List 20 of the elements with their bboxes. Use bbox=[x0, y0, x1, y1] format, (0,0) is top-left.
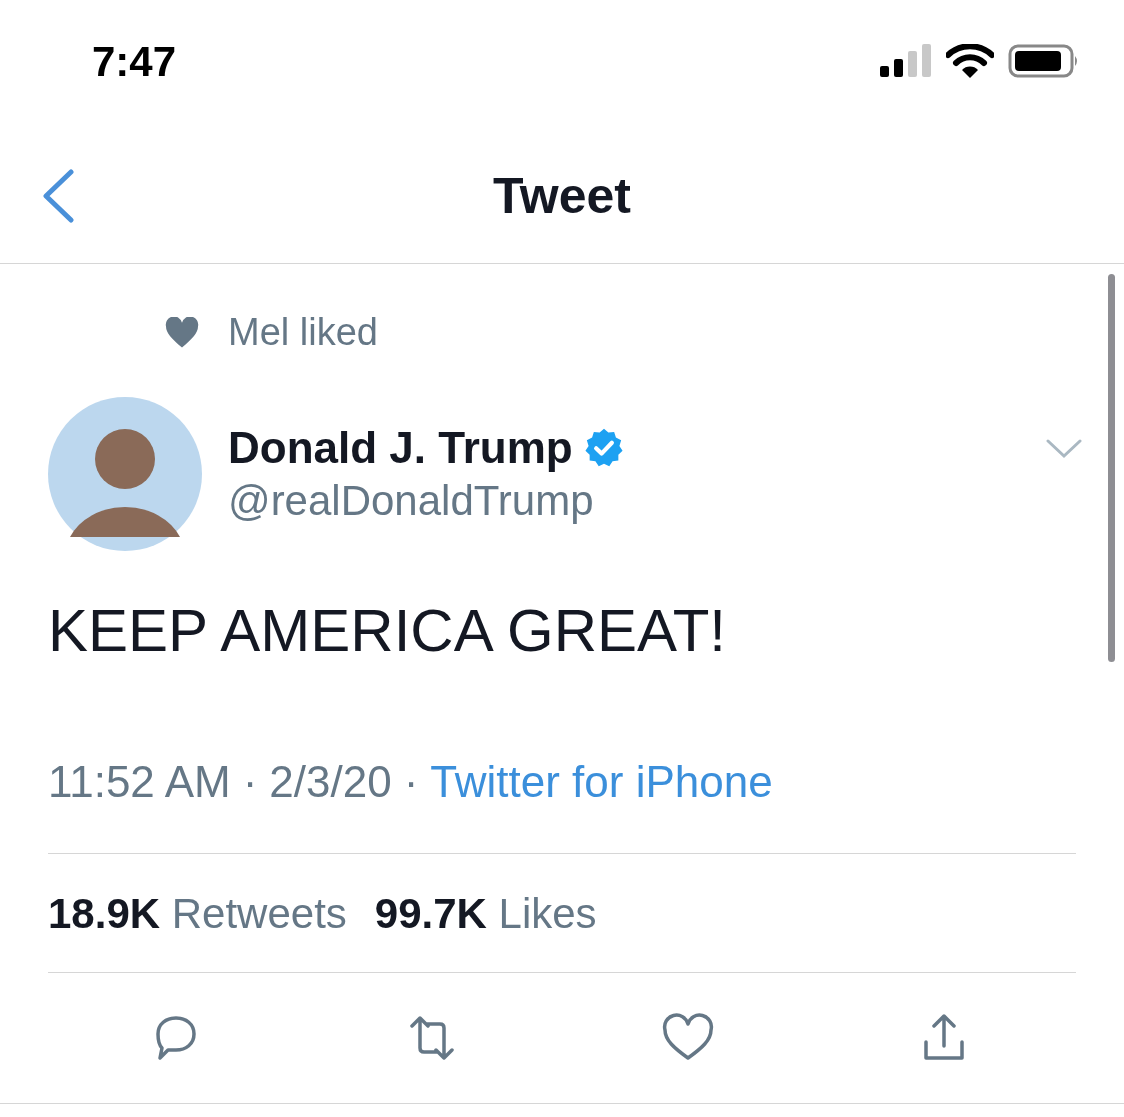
back-button[interactable] bbox=[40, 168, 76, 224]
chevron-down-icon bbox=[1046, 439, 1082, 459]
avatar[interactable] bbox=[48, 397, 202, 551]
back-icon bbox=[41, 169, 75, 223]
page-title: Tweet bbox=[493, 167, 631, 226]
liked-by-text: Mel liked bbox=[228, 310, 378, 355]
tweet-date: 2/3/20 bbox=[269, 756, 392, 808]
separator-dot: · bbox=[242, 756, 258, 808]
user-name[interactable]: Donald J. Trump bbox=[228, 420, 573, 476]
tweet-text: KEEP AMERICA GREAT! bbox=[48, 601, 727, 661]
battery-icon bbox=[1008, 44, 1080, 78]
user-handle[interactable]: @realDonaldTrump bbox=[228, 475, 625, 528]
signal-icon bbox=[880, 44, 932, 78]
stat-link[interactable]: 99.7K Likes bbox=[374, 881, 597, 945]
tweet-time: 11:52 AM bbox=[48, 756, 231, 808]
wifi-icon bbox=[946, 44, 994, 78]
separator-dot: · bbox=[403, 756, 419, 808]
status-time: 7:47 bbox=[92, 36, 177, 87]
heart-icon bbox=[164, 316, 200, 349]
stat-link[interactable]: 18.9K Retweets bbox=[48, 881, 347, 945]
